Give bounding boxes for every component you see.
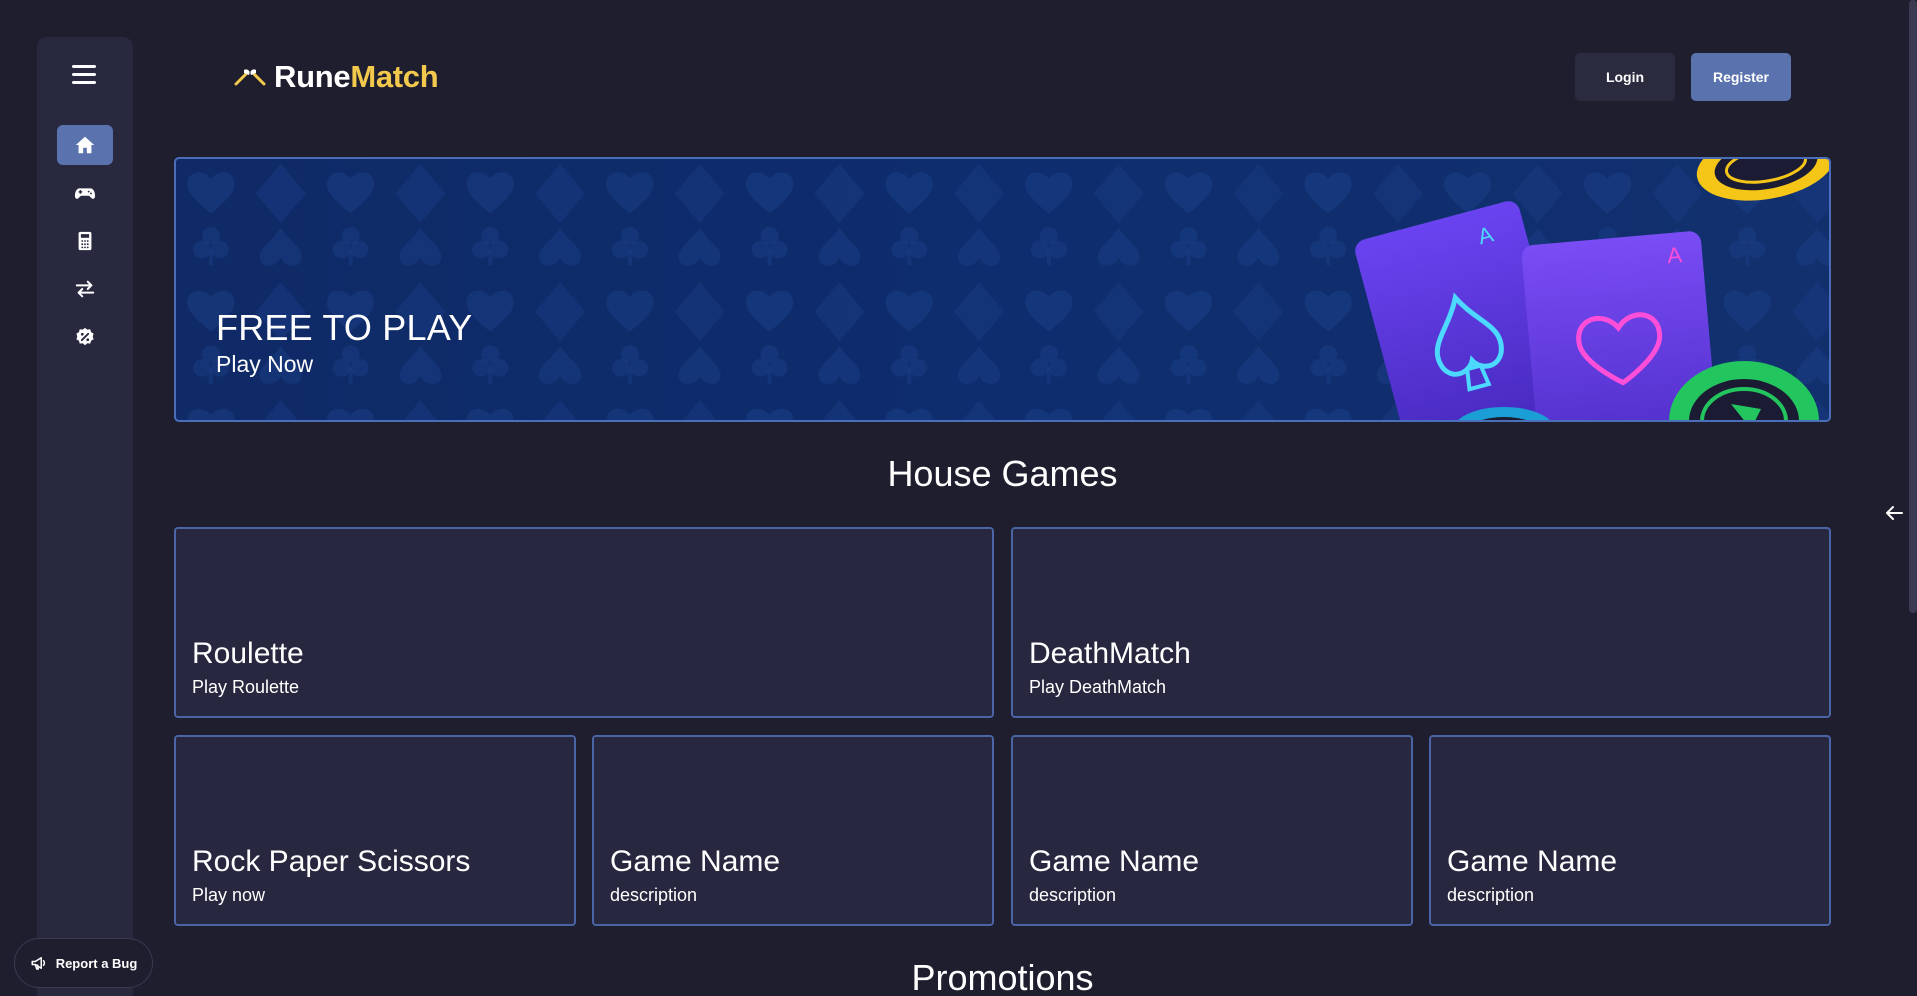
register-button[interactable]: Register [1691,53,1791,101]
scrollbar-thumb[interactable] [1909,0,1917,613]
sidebar-item-exchange[interactable] [57,269,113,309]
megaphone-icon [31,957,45,970]
playing-cards-illustration: A A [1355,159,1829,420]
game-card-title: Rock Paper Scissors [192,845,471,878]
hamburger-icon [72,65,96,68]
sidebar-item-games[interactable] [57,173,113,213]
game-card-description: description [610,885,698,905]
game-card-rock-paper-scissors[interactable]: Rock Paper Scissors Play now [174,735,576,926]
sidebar-item-promotions[interactable] [57,317,113,357]
sidebar [37,37,133,996]
logo-text: RuneMatch [274,59,439,95]
game-card-description: description [1029,885,1117,905]
svg-text:A: A [1666,242,1683,268]
game-card-title: Game Name [1447,845,1618,878]
gamepad-icon [74,188,96,199]
exchange-arrows-icon [75,280,95,298]
logo-text-match: Match [350,59,439,94]
game-card-roulette[interactable]: Roulette Play Roulette [174,527,994,718]
game-card-description: Play now [192,885,266,905]
game-card-placeholder-2[interactable]: Game Name description [1011,735,1413,926]
game-card-title: Game Name [1029,845,1200,878]
banner-subtitle: Play Now [216,351,314,377]
page: RuneMatch Login Register FREE TO PLAY Pl… [0,0,1917,996]
game-card-placeholder-3[interactable]: Game Name description [1429,735,1831,926]
home-icon [75,136,95,154]
game-card-title: Game Name [610,845,781,878]
login-button[interactable]: Login [1575,53,1675,101]
calculator-icon [78,231,92,251]
logo[interactable]: RuneMatch [232,57,439,97]
hamburger-menu-button[interactable] [70,63,98,85]
game-card-description: Play DeathMatch [1029,677,1167,697]
discount-badge-icon [76,327,94,346]
game-card-deathmatch[interactable]: DeathMatch Play DeathMatch [1011,527,1831,718]
game-card-title: DeathMatch [1029,637,1191,670]
game-card-description: Play Roulette [192,677,300,697]
report-bug-button[interactable]: Report a Bug [14,938,153,988]
logo-text-rune: Rune [274,59,351,94]
game-card-description: description [1447,885,1535,905]
arrow-left-icon[interactable] [1883,502,1905,524]
promotions-title: Promotions [911,957,1094,996]
report-bug-label: Report a Bug [55,955,138,971]
banner-title: FREE TO PLAY [216,307,473,348]
game-card-placeholder-1[interactable]: Game Name description [592,735,994,926]
sidebar-item-home[interactable] [57,125,113,165]
crossed-axes-icon [234,69,266,86]
free-to-play-banner[interactable]: FREE TO PLAY Play Now A A [174,157,1831,422]
sidebar-item-calculator[interactable] [57,221,113,261]
house-games-title: House Games [887,453,1118,494]
game-card-title: Roulette [192,637,304,670]
